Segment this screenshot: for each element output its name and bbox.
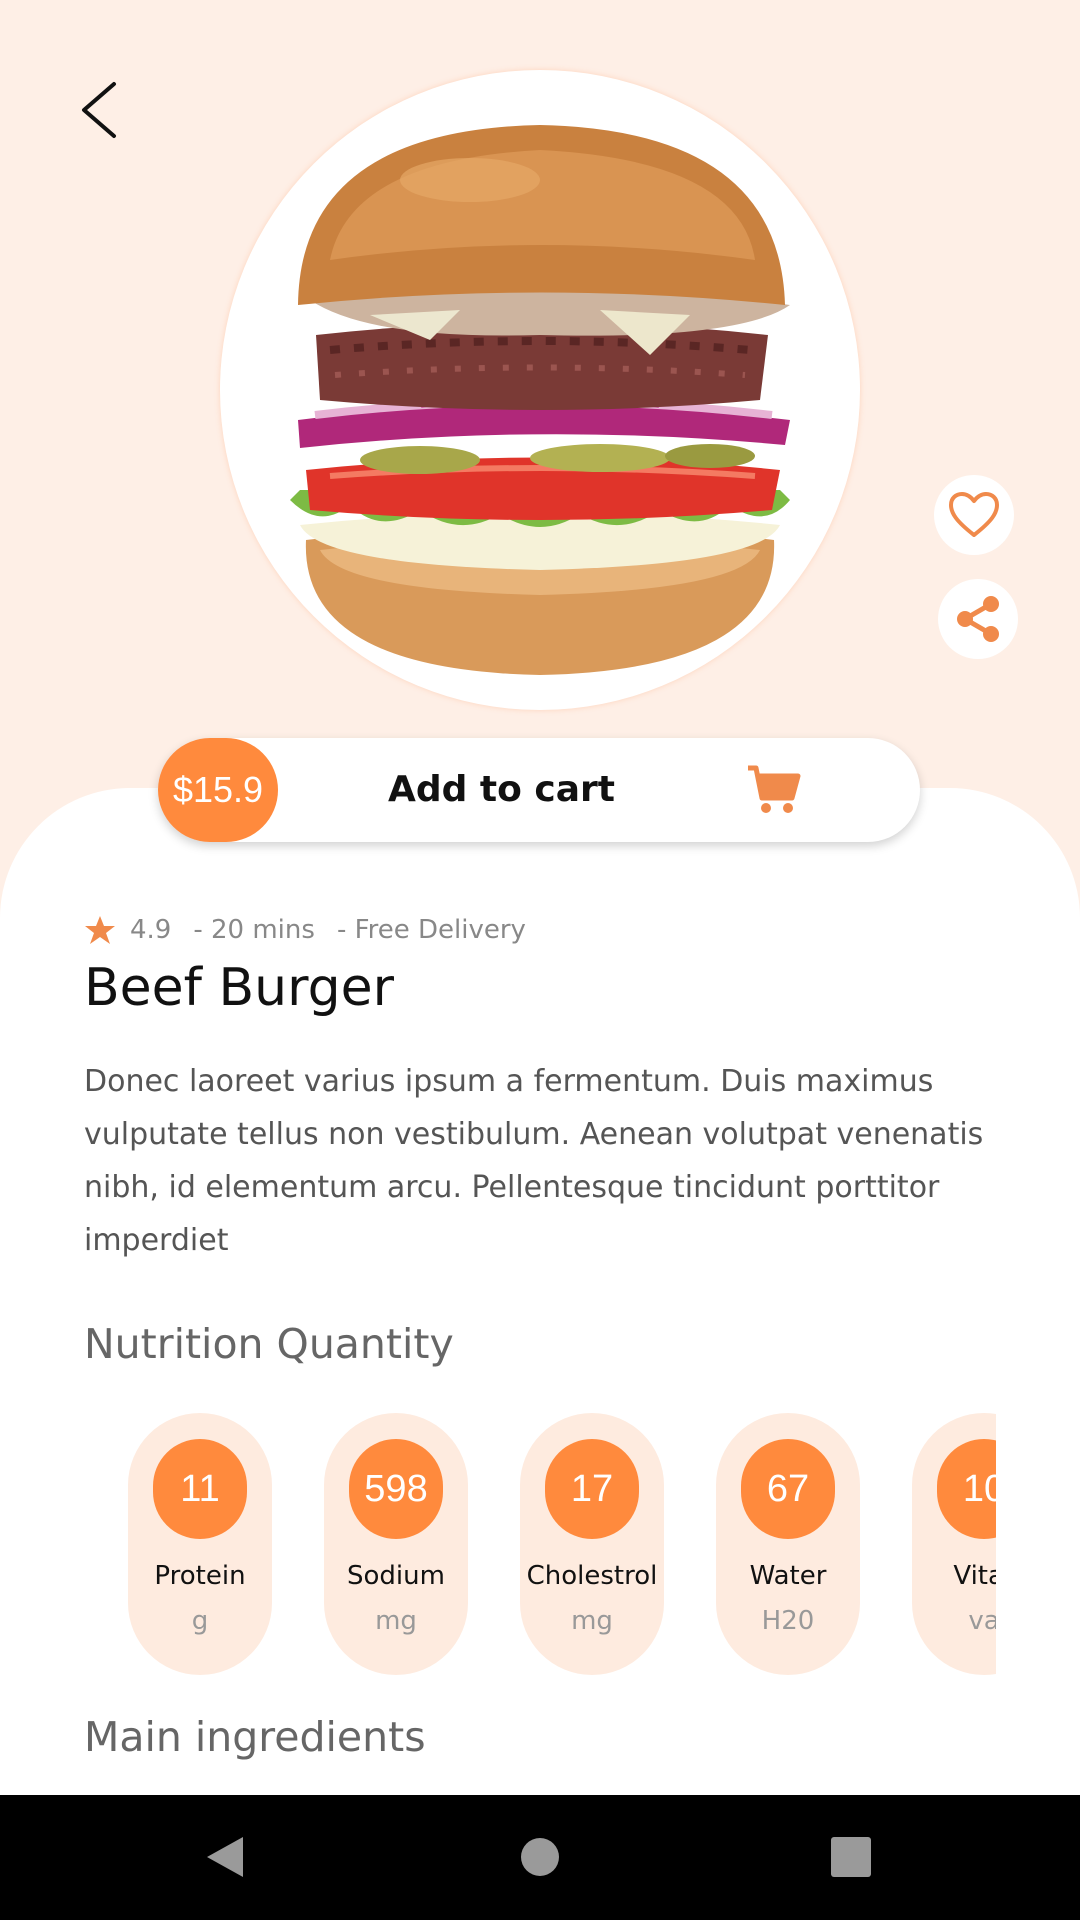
product-description: Donec laoreet varius ipsum a fermentum. … bbox=[84, 1064, 984, 1258]
heart-icon bbox=[949, 492, 999, 537]
star-icon bbox=[85, 916, 115, 944]
nutrition-card-cholesterol: 17 Cholestrol mg bbox=[520, 1413, 664, 1675]
share-icon bbox=[957, 596, 999, 642]
nav-back-icon[interactable] bbox=[205, 1835, 245, 1879]
nutrition-name: Sodium bbox=[347, 1561, 445, 1591]
ingredients-section-title: Main ingredients bbox=[84, 1713, 426, 1761]
nutrition-unit: va bbox=[968, 1606, 996, 1636]
delivery-info: - Free Delivery bbox=[336, 915, 526, 945]
nutrition-card-protein: 11 Protein g bbox=[128, 1413, 272, 1675]
prep-time: - 20 mins bbox=[193, 915, 315, 945]
product-image bbox=[220, 70, 860, 710]
chevron-left-icon bbox=[82, 82, 116, 138]
product-title: Beef Burger bbox=[84, 958, 394, 1018]
price-badge: $15.9 bbox=[158, 738, 278, 842]
nutrition-value: 598 bbox=[349, 1439, 443, 1539]
nutrition-card-water: 67 Water H20 bbox=[716, 1413, 860, 1675]
rating-value: 4.9 bbox=[130, 915, 172, 945]
shopping-cart-icon bbox=[748, 765, 801, 813]
nutrition-value: 10 bbox=[937, 1439, 996, 1539]
nutrition-unit: g bbox=[191, 1606, 209, 1636]
nutrition-unit: mg bbox=[375, 1606, 417, 1636]
nutrition-name: Vitar bbox=[953, 1561, 996, 1591]
nutrition-card-vitamin: 10 Vitar va bbox=[912, 1413, 996, 1675]
add-to-cart-button[interactable]: $15.9 Add to cart bbox=[158, 738, 920, 842]
nutrition-name: Protein bbox=[154, 1561, 246, 1591]
burger-illustration bbox=[290, 125, 790, 675]
nutrition-name: Cholestrol bbox=[526, 1561, 658, 1591]
nutrition-list[interactable]: 11 Protein g 598 Sodium mg 17 Cholestrol… bbox=[128, 1413, 996, 1675]
nutrition-value: 17 bbox=[545, 1439, 639, 1539]
nav-recents-icon[interactable] bbox=[831, 1837, 871, 1877]
share-button[interactable] bbox=[938, 579, 1018, 659]
nutrition-unit: mg bbox=[571, 1606, 613, 1636]
nutrition-name: Water bbox=[749, 1561, 827, 1591]
nav-home-icon[interactable] bbox=[521, 1838, 559, 1876]
favorite-button[interactable] bbox=[934, 475, 1014, 555]
nutrition-section-title: Nutrition Quantity bbox=[84, 1320, 454, 1368]
system-nav-bar bbox=[0, 1795, 1080, 1920]
back-button[interactable] bbox=[70, 70, 130, 150]
nutrition-unit: H20 bbox=[761, 1606, 815, 1636]
product-meta: 4.9 - 20 mins - Free Delivery bbox=[84, 910, 526, 950]
nutrition-card-sodium: 598 Sodium mg bbox=[324, 1413, 468, 1675]
nutrition-value: 11 bbox=[153, 1439, 247, 1539]
nutrition-value: 67 bbox=[741, 1439, 835, 1539]
add-to-cart-label: Add to cart bbox=[388, 769, 616, 810]
